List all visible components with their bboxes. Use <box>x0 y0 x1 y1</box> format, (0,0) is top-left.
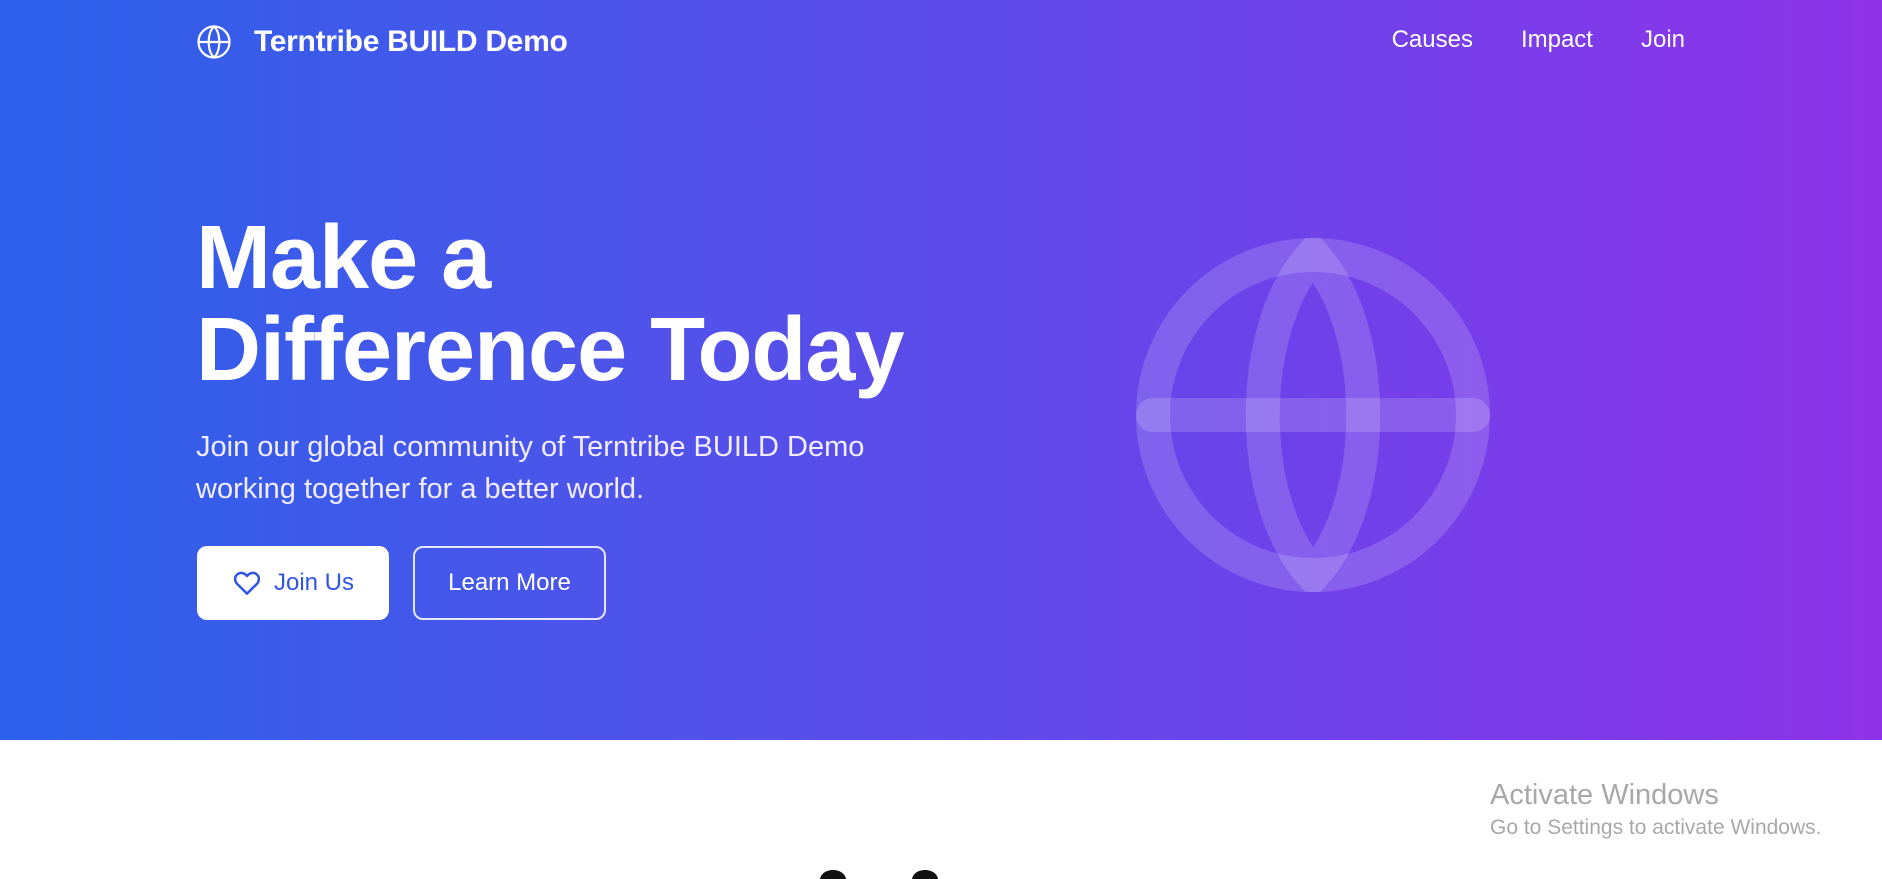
learn-more-label: Learn More <box>448 569 571 596</box>
globe-icon <box>197 24 231 60</box>
hero-subtitle-line-2: working together for a better world. <box>196 473 645 505</box>
learn-more-button[interactable]: Learn More <box>413 546 606 620</box>
heart-icon <box>233 571 261 595</box>
nav-link-impact[interactable]: Impact <box>1521 26 1593 54</box>
hero-title: Make a Difference Today <box>196 212 956 396</box>
hero-title-line-1: Make a <box>196 208 491 308</box>
nav-link-join[interactable]: Join <box>1641 26 1685 54</box>
watermark-title: Activate Windows <box>1490 779 1719 811</box>
section-heading-glyph-fragment <box>820 870 938 879</box>
hero-subtitle: Join our global community of Terntribe B… <box>196 426 916 510</box>
nav-link-causes[interactable]: Causes <box>1392 26 1473 54</box>
brand-logo[interactable]: Terntribe BUILD Demo <box>196 24 568 60</box>
watermark-subtitle: Go to Settings to activate Windows. <box>1490 816 1822 839</box>
hero-section: Terntribe BUILD Demo Causes Impact Join … <box>0 0 1882 740</box>
globe-illustration-icon <box>1136 238 1490 592</box>
activate-windows-watermark: Activate Windows Go to Settings to activ… <box>1490 778 1822 844</box>
hero-subtitle-line-1: Join our global community of Terntribe B… <box>196 431 865 463</box>
join-us-label: Join Us <box>273 569 355 596</box>
nav-links: Causes Impact Join <box>1392 26 1685 54</box>
top-navigation: Terntribe BUILD Demo Causes Impact Join <box>0 0 1882 84</box>
hero-title-line-2: Difference Today <box>196 300 905 400</box>
brand-name: Terntribe BUILD Demo <box>254 25 568 58</box>
join-us-button[interactable]: Join Us <box>197 546 389 620</box>
